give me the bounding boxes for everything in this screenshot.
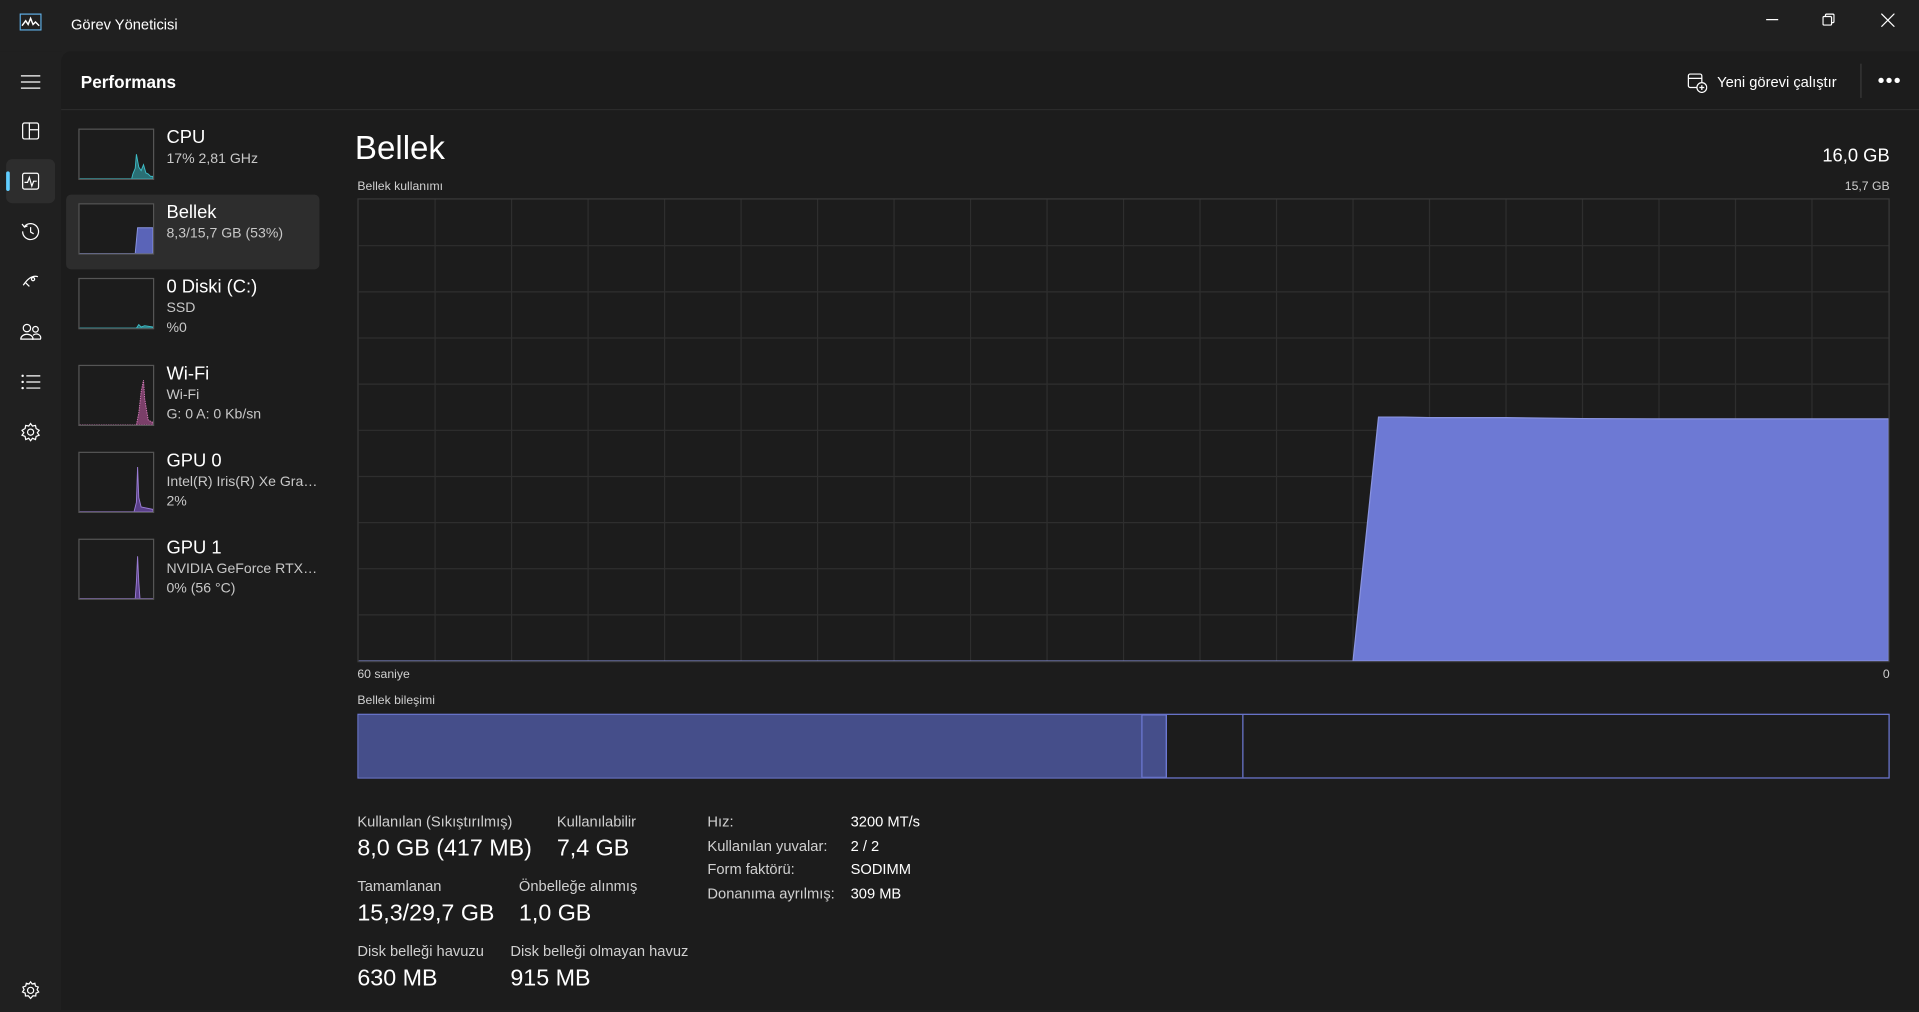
device-name: Bellek bbox=[166, 201, 217, 223]
spec-slots-value: 2 / 2 bbox=[850, 837, 880, 855]
page-title: Performans bbox=[80, 72, 177, 92]
cached-label: Önbelleğe alınmış bbox=[518, 877, 638, 895]
device-detail: 17% 2,81 GHz bbox=[166, 151, 258, 167]
close-icon bbox=[1880, 12, 1894, 27]
available-label: Kullanılabilir bbox=[556, 812, 637, 831]
device-detail: 8,3/15,7 GB (53%) bbox=[166, 226, 284, 242]
spec-speed-value: 3200 MT/s bbox=[850, 812, 921, 831]
device-detail-2: G: 0 A: 0 Kb/sn bbox=[166, 407, 262, 423]
users-icon bbox=[20, 323, 42, 340]
device-item-memory[interactable]: Bellek 8,3/15,7 GB (53%) bbox=[66, 194, 320, 270]
processes-icon bbox=[22, 122, 40, 140]
navigation-rail bbox=[0, 51, 62, 1012]
run-new-task-label: Yeni görevi çalıştır bbox=[1717, 73, 1837, 91]
spec-form-value: SODIMM bbox=[850, 860, 912, 878]
composition-modified bbox=[1141, 714, 1167, 778]
total-memory: 16,0 GB bbox=[1822, 145, 1890, 167]
nav-services[interactable] bbox=[6, 410, 55, 454]
memory-thumbnail-graph bbox=[78, 203, 155, 255]
startup-icon bbox=[22, 275, 39, 287]
minimize-button[interactable] bbox=[1744, 0, 1800, 39]
usage-label: Bellek kullanımı bbox=[357, 179, 444, 194]
restore-button[interactable] bbox=[1800, 0, 1856, 39]
gpu0-thumbnail-graph bbox=[78, 451, 155, 513]
hamburger-icon bbox=[20, 75, 41, 89]
nav-app-history[interactable] bbox=[6, 209, 55, 253]
close-button[interactable] bbox=[1859, 0, 1915, 39]
nav-performance[interactable] bbox=[6, 159, 56, 204]
spec-reserved-key: Donanıma ayrılmış: bbox=[707, 885, 835, 903]
paged-pool-value: 630 MB bbox=[357, 965, 438, 992]
wifi-thumbnail-graph bbox=[78, 364, 155, 427]
services-icon bbox=[21, 422, 41, 442]
device-name: 0 Diski (C:) bbox=[166, 276, 258, 298]
disk-thumbnail-graph bbox=[78, 277, 155, 330]
device-item-wifi[interactable]: Wi-Fi Wi-Fi G: 0 A: 0 Kb/sn bbox=[66, 356, 319, 431]
gpu1-thumbnail-graph bbox=[78, 538, 155, 600]
device-item-cpu[interactable]: CPU 17% 2,81 GHz bbox=[66, 120, 319, 195]
in-use-value: 8,0 GB (417 MB) bbox=[357, 836, 532, 862]
device-detail-2: 0% (56 °C) bbox=[166, 581, 236, 597]
spec-reserved-value: 309 MB bbox=[850, 885, 902, 903]
nav-details[interactable] bbox=[6, 360, 55, 404]
device-name: CPU bbox=[166, 127, 206, 149]
composition-label: Bellek bileşimi bbox=[357, 694, 435, 708]
available-value: 7,4 GB bbox=[556, 836, 630, 862]
nav-startup[interactable] bbox=[6, 260, 55, 304]
device-detail: Intel(R) Iris(R) Xe Graphics bbox=[166, 474, 319, 490]
device-detail-2: 2% bbox=[166, 494, 187, 510]
menu-button[interactable] bbox=[6, 60, 55, 104]
usage-max-label: 15,7 GB bbox=[1844, 179, 1890, 194]
restore-icon bbox=[1822, 13, 1835, 26]
performance-icon bbox=[22, 172, 40, 190]
committed-label: Tamamlanan bbox=[357, 877, 442, 895]
spec-speed-key: Hız: bbox=[707, 812, 734, 831]
device-item-gpu1[interactable]: GPU 1 NVIDIA GeForce RTX 3050 Laptop GPU… bbox=[66, 530, 319, 605]
memory-usage-graph bbox=[357, 198, 1890, 663]
spec-slots-key: Kullanılan yuvalar: bbox=[707, 837, 828, 855]
device-item-gpu0[interactable]: GPU 0 Intel(R) Iris(R) Xe Graphics 2% bbox=[66, 443, 319, 518]
paged-pool-label: Disk belleği havuzu bbox=[357, 942, 484, 960]
more-icon: ••• bbox=[1877, 71, 1902, 92]
nav-processes[interactable] bbox=[6, 109, 55, 153]
device-detail-2: %0 bbox=[166, 320, 187, 336]
main-panel: Performans Yeni görevi çalıştır ••• CPU … bbox=[61, 51, 1919, 1010]
title-bar: Görev Yöneticisi bbox=[0, 0, 1919, 52]
composition-in-use bbox=[358, 714, 1142, 778]
in-use-label: Kullanılan (Sıkıştırılmış) bbox=[357, 812, 513, 831]
detail-title: Bellek bbox=[354, 129, 445, 167]
gear-icon bbox=[21, 980, 40, 1000]
device-detail: Wi-Fi bbox=[166, 388, 200, 403]
device-detail: NVIDIA GeForce RTX 3050 Laptop GPU bbox=[166, 561, 318, 577]
new-task-icon bbox=[1687, 72, 1708, 93]
window-title: Görev Yöneticisi bbox=[70, 15, 178, 34]
details-icon bbox=[21, 374, 41, 390]
page-header: Performans Yeni görevi çalıştır ••• bbox=[61, 51, 1919, 111]
more-options-button[interactable]: ••• bbox=[1870, 62, 1909, 101]
nonpaged-pool-value: 915 MB bbox=[510, 965, 591, 992]
spec-form-key: Form faktörü: bbox=[707, 860, 795, 878]
cpu-thumbnail-graph bbox=[78, 128, 155, 180]
nav-users[interactable] bbox=[6, 310, 55, 354]
device-name: GPU 0 bbox=[166, 450, 222, 472]
run-new-task-button[interactable]: Yeni görevi çalıştır bbox=[1687, 62, 1837, 101]
time-axis-right: 0 bbox=[1882, 668, 1890, 682]
settings-button[interactable] bbox=[6, 968, 55, 1012]
device-name: GPU 1 bbox=[166, 537, 222, 559]
nonpaged-pool-label: Disk belleği olmayan havuz bbox=[510, 942, 689, 960]
device-detail: SSD bbox=[166, 301, 196, 316]
history-icon bbox=[21, 223, 40, 241]
time-axis-left: 60 saniye bbox=[357, 668, 410, 682]
minimize-icon bbox=[1766, 18, 1779, 21]
device-item-disk[interactable]: 0 Diski (C:) SSD %0 bbox=[66, 269, 319, 344]
task-manager-icon bbox=[19, 13, 42, 31]
device-name: Wi-Fi bbox=[166, 363, 210, 385]
header-divider bbox=[1860, 63, 1862, 98]
committed-value: 15,3/29,7 GB bbox=[357, 901, 495, 927]
memory-composition-bar bbox=[357, 713, 1890, 779]
cached-value: 1,0 GB bbox=[518, 901, 592, 927]
